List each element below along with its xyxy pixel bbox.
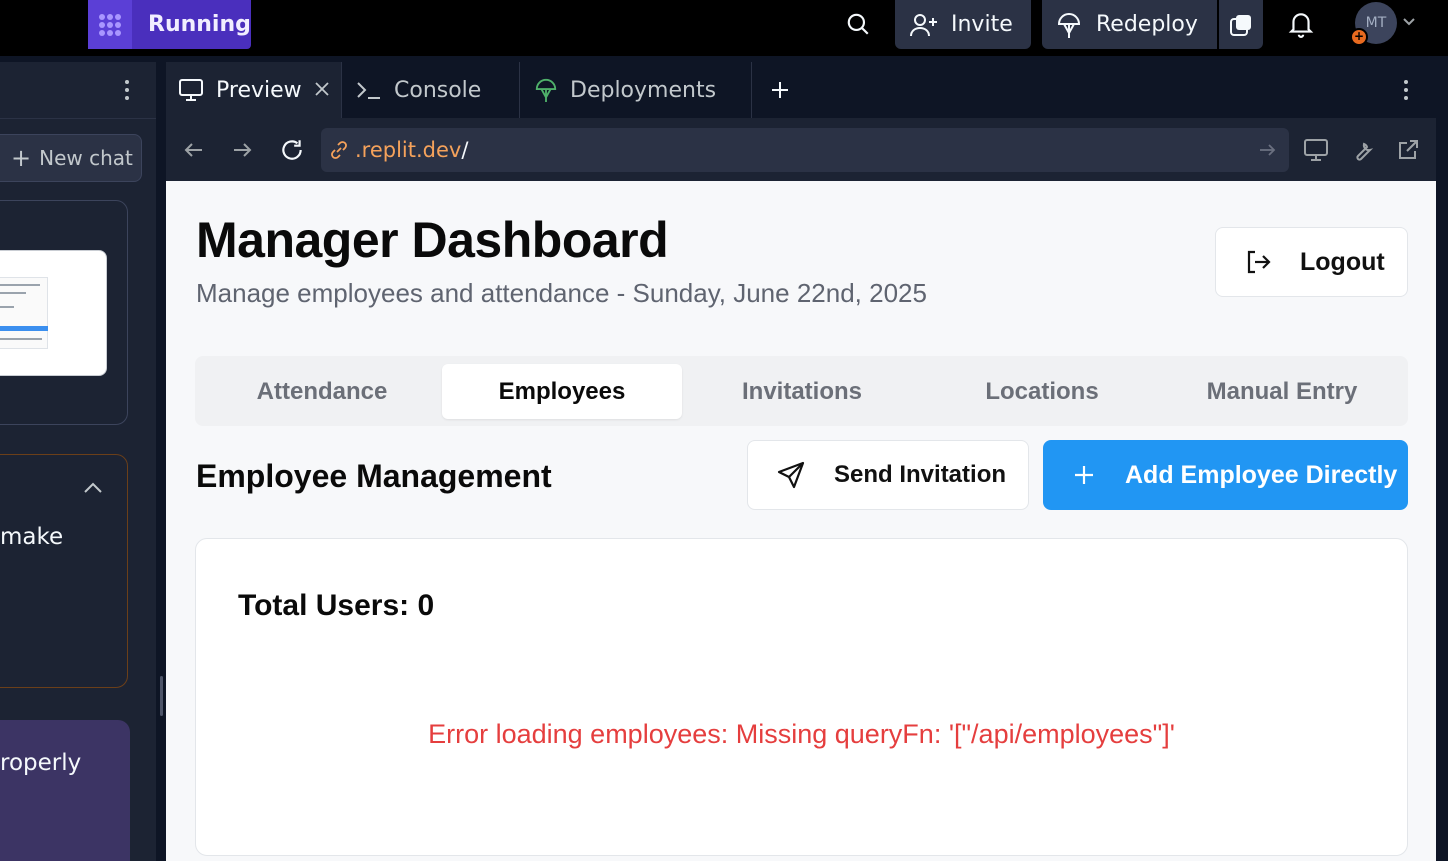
tab-locations[interactable]: Locations xyxy=(922,364,1162,419)
close-icon[interactable] xyxy=(313,79,331,104)
page-title: Manager Dashboard xyxy=(196,212,669,268)
monitor-icon xyxy=(179,79,203,101)
logout-icon xyxy=(1247,250,1271,274)
dashboard-tabs: Attendance Employees Invitations Locatio… xyxy=(195,356,1408,426)
thumb-line xyxy=(0,338,42,340)
device-preview-icon[interactable] xyxy=(1300,134,1332,166)
url-input[interactable]: .replit.dev / xyxy=(321,128,1289,172)
thumbnail-preview xyxy=(0,277,48,349)
redeploy-label: Redeploy xyxy=(1096,12,1198,37)
deploy-icon xyxy=(535,78,557,102)
tab-label: Preview xyxy=(216,77,302,103)
url-host: .replit.dev xyxy=(355,138,462,162)
logout-button[interactable]: Logout xyxy=(1215,227,1408,297)
section-title: Employee Management xyxy=(196,458,552,494)
new-chat-button[interactable]: + New chat xyxy=(0,134,142,182)
add-employee-button[interactable]: Add Employee Directly xyxy=(1043,440,1408,510)
add-employee-label: Add Employee Directly xyxy=(1125,460,1398,489)
forward-icon[interactable] xyxy=(226,134,258,166)
wrench-icon[interactable] xyxy=(1346,134,1378,166)
open-new-tab-icon[interactable] xyxy=(1392,134,1424,166)
add-tab-icon[interactable] xyxy=(766,76,794,104)
replit-logo-icon xyxy=(88,0,132,49)
page-subtitle: Manage employees and attendance - Sunday… xyxy=(196,278,927,308)
logout-label: Logout xyxy=(1300,247,1385,276)
tab-label: Deployments xyxy=(570,77,717,103)
ai-chat-panel: + New chat make roperly xyxy=(0,62,156,861)
divider xyxy=(0,118,156,119)
go-arrow-icon[interactable] xyxy=(1257,138,1277,167)
url-bar: .replit.dev / xyxy=(166,118,1436,181)
plus-icon xyxy=(1075,466,1093,484)
screenshot-thumbnail[interactable] xyxy=(0,250,107,376)
invite-button[interactable]: Invite xyxy=(895,0,1031,49)
thumb-line xyxy=(0,284,40,286)
chat-text: make xyxy=(0,524,64,550)
user-message-card xyxy=(0,720,130,861)
panel-resize-handle[interactable] xyxy=(160,676,163,716)
tab-label: Console xyxy=(394,77,482,103)
workspace-pane: Preview Console Deployments .replit.dev … xyxy=(166,62,1436,861)
thumb-button xyxy=(0,326,48,331)
back-icon[interactable] xyxy=(178,134,210,166)
tab-manual-entry[interactable]: Manual Entry xyxy=(1162,364,1402,419)
search-icon[interactable] xyxy=(840,6,876,42)
chevron-down-icon[interactable] xyxy=(1402,12,1416,36)
tab-deployments[interactable]: Deployments xyxy=(520,62,752,118)
tab-employees[interactable]: Employees xyxy=(442,364,682,419)
send-invitation-button[interactable]: Send Invitation xyxy=(747,440,1029,510)
copy-window-icon xyxy=(1230,14,1251,36)
kebab-menu-icon[interactable] xyxy=(1396,78,1416,102)
add-user-icon xyxy=(910,13,937,36)
link-icon xyxy=(331,141,347,159)
bell-icon[interactable] xyxy=(1285,6,1317,42)
run-status-button[interactable]: Running xyxy=(88,0,251,49)
new-chat-label: New chat xyxy=(39,146,133,170)
chevron-up-icon[interactable] xyxy=(82,480,104,500)
invite-label: Invite xyxy=(951,12,1013,37)
chat-text: roperly xyxy=(0,750,82,776)
preview-viewport: Manager Dashboard Manage employees and a… xyxy=(166,181,1436,861)
kebab-menu-icon[interactable] xyxy=(117,78,137,102)
redeploy-button[interactable]: Redeploy xyxy=(1042,0,1217,49)
tab-preview[interactable]: Preview xyxy=(166,62,342,118)
plus-badge-icon: + xyxy=(1350,28,1368,46)
multiplayer-button[interactable] xyxy=(1219,0,1263,49)
reload-icon[interactable] xyxy=(276,134,308,166)
plus-icon: + xyxy=(11,144,32,172)
tab-console[interactable]: Console xyxy=(342,62,520,118)
tab-attendance[interactable]: Attendance xyxy=(202,364,442,419)
url-path: / xyxy=(461,138,469,162)
run-status-label: Running xyxy=(148,12,251,37)
chat-checkpoint-card xyxy=(0,454,128,688)
total-users-count: Total Users: 0 xyxy=(238,589,435,622)
send-icon xyxy=(777,461,805,489)
top-bar: Running Invite Redeploy MT + xyxy=(0,0,1448,56)
tab-invitations[interactable]: Invitations xyxy=(682,364,922,419)
send-invitation-label: Send Invitation xyxy=(834,461,1007,488)
thumb-line xyxy=(0,306,14,308)
error-message: Error loading employees: Missing queryFn… xyxy=(428,719,1175,749)
thumb-line xyxy=(0,292,26,294)
terminal-icon xyxy=(357,82,380,99)
employee-list-card: Total Users: 0 Error loading employees: … xyxy=(195,538,1408,856)
tab-bar: Preview Console Deployments xyxy=(166,62,1436,118)
deploy-icon xyxy=(1057,12,1081,38)
